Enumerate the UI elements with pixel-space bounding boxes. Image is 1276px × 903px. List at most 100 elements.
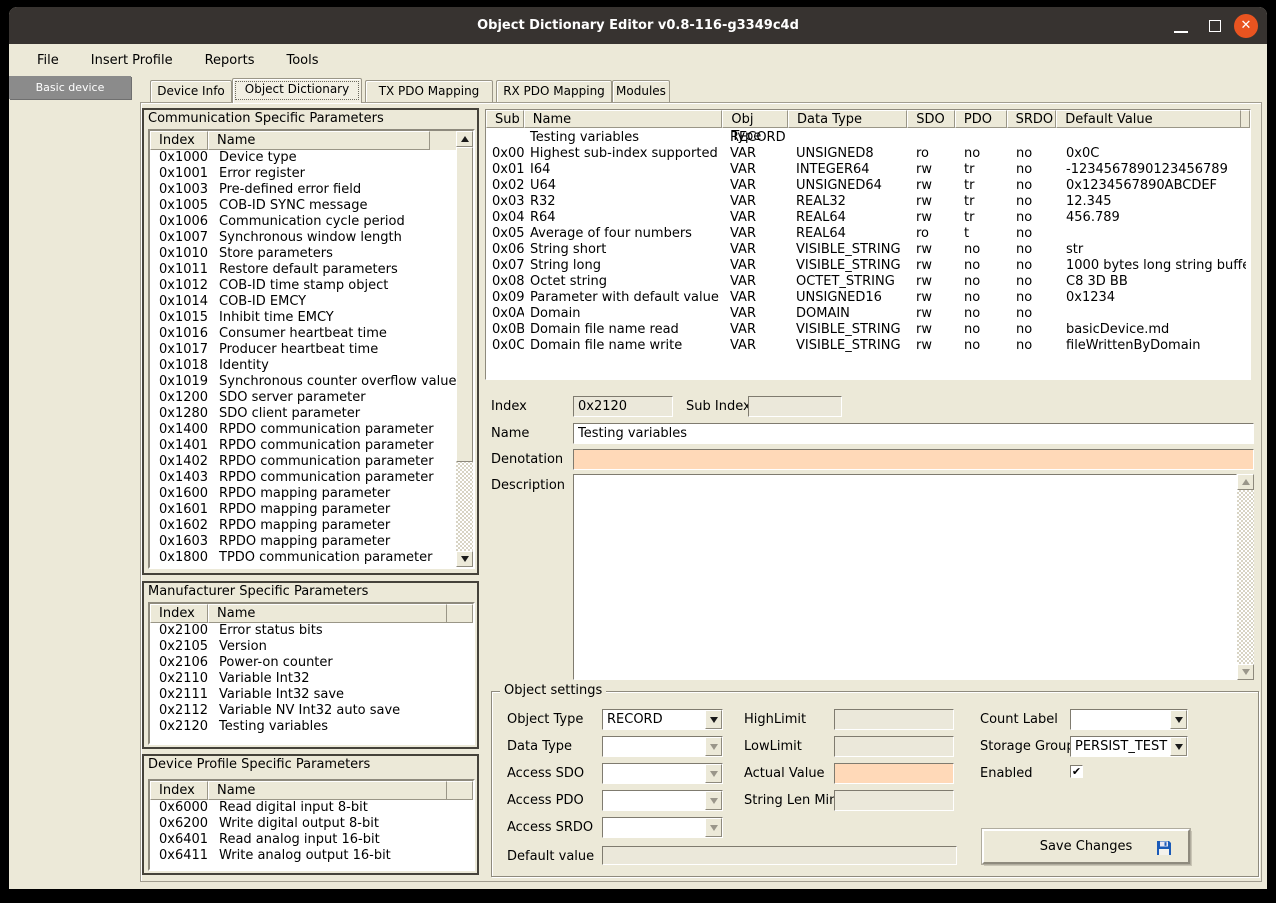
access-srdo-combobox[interactable]	[602, 817, 723, 838]
list-item[interactable]: 0x2112 Variable NV Int32 auto save	[150, 703, 473, 719]
list-item[interactable]: 0x1019 Synchronous counter overflow valu…	[150, 374, 473, 390]
chevron-down-icon[interactable]	[705, 710, 722, 729]
column-header-obj-type[interactable]: Obj Type	[722, 110, 788, 128]
scroll-down-icon[interactable]	[456, 551, 473, 567]
menu-file[interactable]: File	[25, 49, 71, 72]
table-row[interactable]: 0x07 String long VAR VISIBLE_STRING rw n…	[486, 258, 1250, 274]
list-item[interactable]: 0x1005 COB-ID SYNC message	[150, 198, 473, 214]
index-field[interactable]	[573, 396, 673, 417]
list-item[interactable]: 0x1017 Producer heartbeat time	[150, 342, 473, 358]
access-pdo-combobox[interactable]	[602, 790, 723, 811]
table-row[interactable]: 0x08 Octet string VAR OCTET_STRING rw no…	[486, 274, 1250, 290]
close-icon[interactable]: ✕	[1234, 14, 1258, 38]
table-row[interactable]: 0x09 Parameter with default value VAR UN…	[486, 290, 1250, 306]
list-item[interactable]: 0x6411 Write analog output 16-bit	[150, 848, 473, 864]
description-field[interactable]	[573, 474, 1237, 680]
object-type-combobox[interactable]: RECORD	[602, 709, 723, 730]
list-item[interactable]: 0x1400 RPDO communication parameter	[150, 422, 473, 438]
list-item[interactable]: 0x1403 RPDO communication parameter	[150, 470, 473, 486]
table-row[interactable]: 0x02 U64 VAR UNSIGNED64 rw tr no 0x12345…	[486, 178, 1250, 194]
column-header-index[interactable]: Index	[150, 131, 208, 150]
list-item[interactable]: 0x2106 Power-on counter	[150, 655, 473, 671]
list-item[interactable]: 0x1007 Synchronous window length	[150, 230, 473, 246]
enabled-checkbox[interactable]: ✔	[1070, 765, 1083, 778]
list-item[interactable]: 0x1012 COB-ID time stamp object	[150, 278, 473, 294]
table-row[interactable]: Testing variables RECORD	[486, 130, 1250, 146]
table-row[interactable]: 0x06 String short VAR VISIBLE_STRING rw …	[486, 242, 1250, 258]
list-item[interactable]: 0x1800 TPDO communication parameter	[150, 550, 473, 566]
column-header-index[interactable]: Index	[150, 604, 208, 623]
subindex-field[interactable]	[748, 396, 842, 417]
list-item[interactable]: 0x2120 Testing variables	[150, 719, 473, 735]
table-row[interactable]: 0x01 I64 VAR INTEGER64 rw tr no -1234567…	[486, 162, 1250, 178]
column-header-index[interactable]: Index	[150, 781, 208, 800]
column-header-name[interactable]: Name	[208, 781, 447, 800]
storage-group-combobox[interactable]: PERSIST_TEST	[1070, 736, 1188, 757]
sidebar-tab-basic-device[interactable]: Basic device	[9, 76, 131, 99]
column-header-name[interactable]: Name	[524, 110, 723, 128]
access-sdo-combobox[interactable]	[602, 763, 723, 784]
menu-reports[interactable]: Reports	[193, 49, 267, 72]
table-row[interactable]: 0x05 Average of four numbers VAR REAL64 …	[486, 226, 1250, 242]
save-changes-button[interactable]: Save Changes	[982, 829, 1190, 864]
list-item[interactable]: 0x1402 RPDO communication parameter	[150, 454, 473, 470]
list-item[interactable]: 0x1016 Consumer heartbeat time	[150, 326, 473, 342]
list-item[interactable]: 0x1006 Communication cycle period	[150, 214, 473, 230]
description-scrollbar[interactable]	[1237, 474, 1254, 680]
column-header-pdo[interactable]: PDO	[955, 110, 1007, 128]
column-header-name[interactable]: Name	[208, 131, 430, 150]
list-item[interactable]: 0x1018 Identity	[150, 358, 473, 374]
column-header-name[interactable]: Name	[208, 604, 447, 623]
count-label-combobox[interactable]	[1070, 709, 1188, 730]
table-row[interactable]: 0x04 R64 VAR REAL64 rw tr no 456.789	[486, 210, 1250, 226]
list-item[interactable]: 0x1010 Store parameters	[150, 246, 473, 262]
list-item[interactable]: 0x1601 RPDO mapping parameter	[150, 502, 473, 518]
column-header-default-value[interactable]: Default Value	[1056, 110, 1241, 128]
column-header-sub[interactable]: Sub	[486, 110, 524, 128]
scroll-track[interactable]	[1237, 490, 1254, 664]
low-limit-field[interactable]	[834, 736, 954, 757]
column-header-srdo[interactable]: SRDO	[1007, 110, 1057, 128]
string-len-min-field[interactable]	[834, 790, 954, 811]
tab-rx-pdo-mapping[interactable]: RX PDO Mapping	[496, 80, 612, 102]
scroll-thumb[interactable]	[456, 147, 473, 462]
minimize-icon[interactable]	[1174, 31, 1188, 33]
table-row[interactable]: 0x0B Domain file name read VAR VISIBLE_S…	[486, 322, 1250, 338]
table-row[interactable]: 0x0A Domain VAR DOMAIN rw no no	[486, 306, 1250, 322]
name-field[interactable]	[573, 423, 1254, 444]
table-row[interactable]: 0x03 R32 VAR REAL32 rw tr no 12.345	[486, 194, 1250, 210]
high-limit-field[interactable]	[834, 709, 954, 730]
list-item[interactable]: 0x1015 Inhibit time EMCY	[150, 310, 473, 326]
actual-value-field[interactable]	[834, 763, 954, 784]
scroll-up-icon[interactable]	[1237, 474, 1254, 490]
chevron-down-icon[interactable]	[1170, 737, 1187, 756]
list-item[interactable]: 0x1200 SDO server parameter	[150, 390, 473, 406]
table-row[interactable]: 0x0C Domain file name write VAR VISIBLE_…	[486, 338, 1250, 354]
list-item[interactable]: 0x1280 SDO client parameter	[150, 406, 473, 422]
comm-params-scrollbar[interactable]	[456, 131, 473, 567]
column-header-data-type[interactable]: Data Type	[788, 110, 907, 128]
denotation-field[interactable]	[573, 449, 1254, 470]
list-item[interactable]: 0x1003 Pre-defined error field	[150, 182, 473, 198]
tab-object-dictionary[interactable]: Object Dictionary	[232, 78, 362, 103]
list-item[interactable]: 0x1602 RPDO mapping parameter	[150, 518, 473, 534]
tab-tx-pdo-mapping[interactable]: TX PDO Mapping	[365, 80, 493, 102]
list-item[interactable]: 0x1401 RPDO communication parameter	[150, 438, 473, 454]
list-item[interactable]: 0x6000 Read digital input 8-bit	[150, 800, 473, 816]
list-item[interactable]: 0x2100 Error status bits	[150, 623, 473, 639]
menu-insert-profile[interactable]: Insert Profile	[79, 49, 185, 72]
list-item[interactable]: 0x1014 COB-ID EMCY	[150, 294, 473, 310]
list-item[interactable]: 0x6401 Read analog input 16-bit	[150, 832, 473, 848]
chevron-down-icon[interactable]	[1170, 710, 1187, 729]
menu-tools[interactable]: Tools	[274, 49, 330, 72]
tab-modules[interactable]: Modules	[612, 80, 670, 102]
list-item[interactable]: 0x1001 Error register	[150, 166, 473, 182]
scroll-down-icon[interactable]	[1237, 664, 1254, 680]
list-item[interactable]: 0x1011 Restore default parameters	[150, 262, 473, 278]
table-row[interactable]: 0x00 Highest sub-index supported VAR UNS…	[486, 146, 1250, 162]
list-item[interactable]: 0x2105 Version	[150, 639, 473, 655]
list-item[interactable]: 0x2111 Variable Int32 save	[150, 687, 473, 703]
default-value-field[interactable]	[602, 846, 957, 865]
scroll-up-icon[interactable]	[456, 131, 473, 147]
list-item[interactable]: 0x1000 Device type	[150, 150, 473, 166]
